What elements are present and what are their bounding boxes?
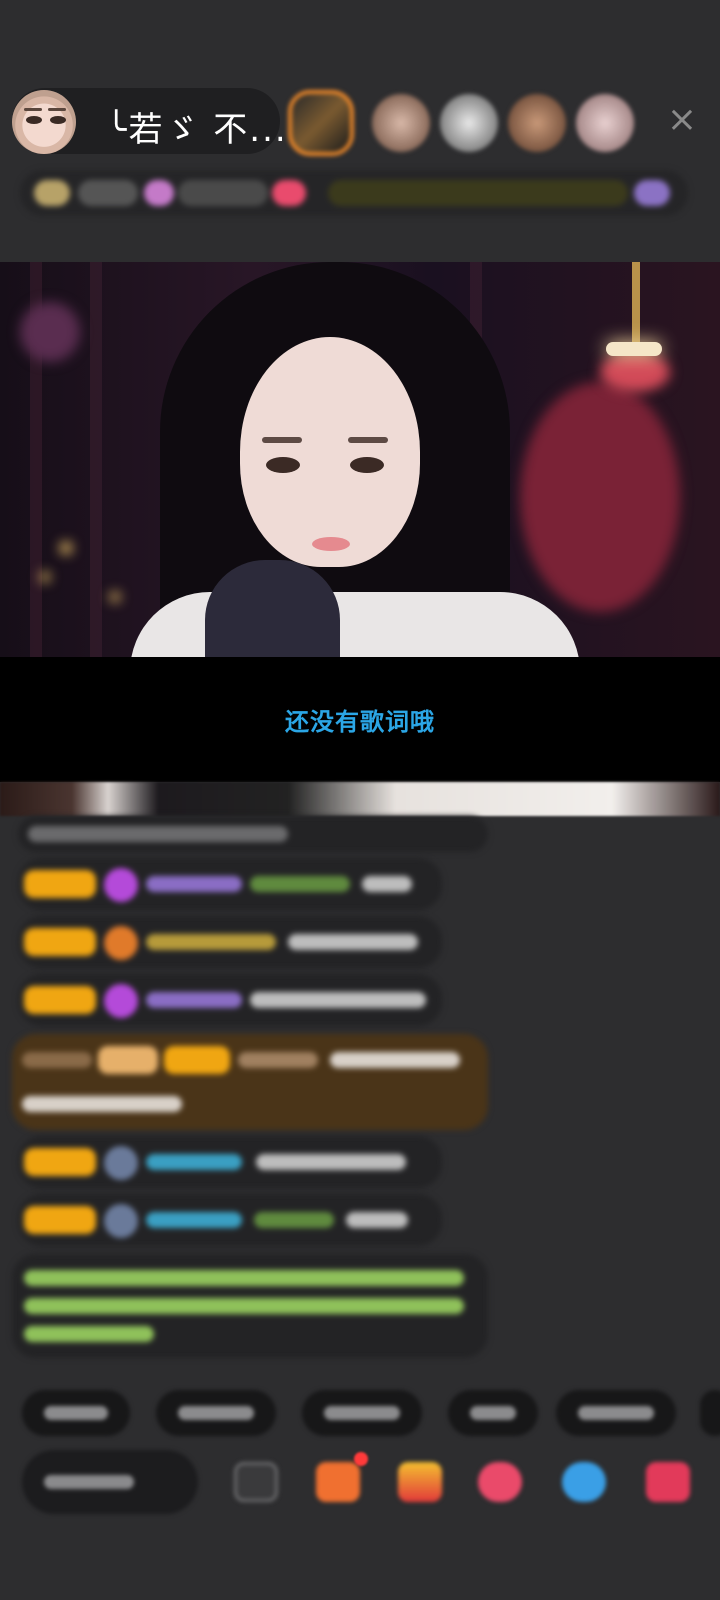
- host-info-pill[interactable]: ╰若ゞ 不...: [12, 88, 286, 154]
- chat-input[interactable]: [22, 1450, 198, 1514]
- chat-message[interactable]: [18, 858, 442, 910]
- brow-right: [348, 437, 388, 443]
- video-strip: [0, 782, 720, 816]
- chat-message[interactable]: [18, 1194, 442, 1246]
- bokeh-light: [60, 542, 72, 554]
- gem-icon: [104, 984, 138, 1018]
- bokeh-light: [110, 592, 120, 602]
- top-bar: ╰若ゞ 不... ×: [0, 82, 720, 160]
- viewer-avatar[interactable]: [508, 94, 566, 152]
- level-badge: [24, 1206, 96, 1234]
- lyrics-text: 还没有歌词哦: [285, 708, 435, 736]
- lips: [312, 537, 350, 551]
- heart-icon: [272, 180, 306, 206]
- bokeh-light: [600, 352, 670, 392]
- notification-dot: [354, 1452, 368, 1466]
- curtain: [90, 262, 102, 657]
- eye-left: [266, 457, 300, 473]
- streamer-dress: [130, 592, 580, 657]
- eye-right: [350, 457, 384, 473]
- viewer-avatar[interactable]: [440, 94, 498, 152]
- more-icon[interactable]: [634, 180, 670, 206]
- gem-icon: [104, 868, 138, 902]
- gift-icon[interactable]: [316, 1462, 360, 1502]
- info-text: [178, 180, 268, 206]
- chat-message[interactable]: [18, 974, 442, 1026]
- quick-reply-chip[interactable]: [448, 1390, 538, 1436]
- bokeh-light: [20, 302, 80, 362]
- quick-reply-chip[interactable]: [302, 1390, 422, 1436]
- microphone: [205, 560, 340, 657]
- avatar-brow-left: [24, 108, 42, 111]
- bokeh-light: [40, 572, 50, 582]
- quick-reply-chip[interactable]: [700, 1390, 720, 1436]
- lamp-pole: [632, 262, 640, 344]
- quick-reply-chip[interactable]: [156, 1390, 276, 1436]
- chat-message[interactable]: [18, 1136, 442, 1188]
- close-icon[interactable]: ×: [662, 100, 702, 140]
- emoji-icon[interactable]: [234, 1462, 278, 1502]
- notice-text: [328, 180, 628, 206]
- lyrics-panel: 还没有歌词哦: [0, 657, 720, 782]
- avatar-eye-left: [26, 116, 42, 124]
- quick-reply-chip[interactable]: [22, 1390, 130, 1436]
- info-text: [78, 180, 138, 206]
- brow-left: [262, 437, 302, 443]
- viewer-avatar[interactable]: [576, 94, 634, 152]
- level-badge: [24, 928, 96, 956]
- avatar-eye-right: [50, 116, 66, 124]
- lamp: [606, 342, 662, 356]
- chat-message[interactable]: [18, 916, 442, 968]
- avatar-brow-right: [48, 108, 66, 111]
- room-info-bar[interactable]: [20, 170, 688, 216]
- host-avatar[interactable]: [12, 90, 76, 154]
- quick-reply-chip[interactable]: [556, 1390, 676, 1436]
- bottom-toolbar: [0, 1450, 720, 1516]
- level-badge: [24, 986, 96, 1014]
- live-video[interactable]: [0, 262, 720, 657]
- more-icon[interactable]: [646, 1462, 690, 1502]
- highlight-message[interactable]: [12, 1034, 488, 1130]
- chat-message[interactable]: [18, 816, 488, 852]
- top-viewer-avatar[interactable]: [288, 90, 354, 156]
- share-icon[interactable]: [562, 1462, 606, 1502]
- bokeh-light: [520, 382, 680, 612]
- system-notice: [12, 1254, 488, 1358]
- avatar: [104, 1204, 138, 1238]
- level-badge: [24, 1148, 96, 1176]
- host-name: ╰若ゞ 不...: [106, 110, 288, 150]
- gift-box-icon[interactable]: [398, 1462, 442, 1502]
- avatar: [104, 1146, 138, 1180]
- quick-reply-row: [0, 1390, 720, 1436]
- gem-icon: [104, 926, 138, 960]
- fan-club-icon[interactable]: [478, 1462, 522, 1502]
- badge-icon: [34, 180, 70, 206]
- level-badge: [24, 870, 96, 898]
- rank-icon: [144, 180, 174, 206]
- viewer-avatar[interactable]: [372, 94, 430, 152]
- streamer-face: [240, 337, 420, 567]
